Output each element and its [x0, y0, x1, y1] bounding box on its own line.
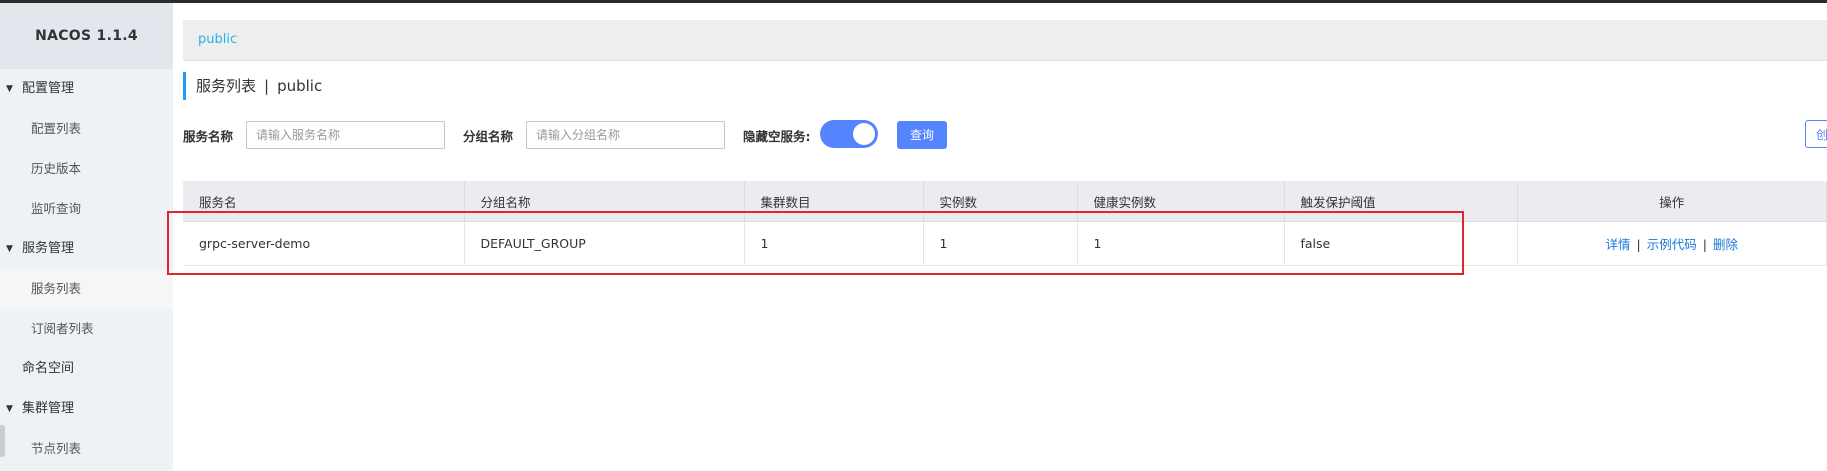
service-name-input[interactable]	[246, 121, 446, 149]
hide-empty-service: 隐藏空服务:	[743, 120, 811, 150]
column-header-actions: 操作	[1517, 181, 1827, 222]
cell-instance-count: 1	[923, 221, 1078, 266]
column-header-service: 服务名	[183, 181, 465, 222]
page-title-namespace: public	[277, 77, 323, 95]
page-title-text: 服务列表	[196, 77, 257, 95]
delete-link[interactable]: 删除	[1713, 237, 1738, 252]
sample-code-link[interactable]: 示例代码	[1647, 237, 1697, 252]
sidebar-menu: ▼ 配置管理 配置列表 历史版本 监听查询 ▼ 服务管理 服务列表 订阅者列表 …	[0, 69, 173, 469]
cell-cluster-count: 1	[744, 221, 924, 266]
service-name-search: 服务名称	[183, 120, 446, 150]
sidebar-item-listener-query[interactable]: 监听查询	[0, 189, 173, 229]
action-separator: |	[1702, 237, 1707, 252]
hide-empty-label: 隐藏空服务:	[743, 128, 811, 144]
sidebar-item-history[interactable]: 历史版本	[0, 149, 173, 189]
column-header-threshold: 触发保护阈值	[1284, 181, 1518, 222]
sidebar-item-namespace[interactable]: 命名空间	[0, 349, 173, 389]
column-header-instances: 实例数	[923, 181, 1078, 222]
detail-link[interactable]: 详情	[1606, 237, 1631, 252]
sidebar: NACOS 1.1.4 ▼ 配置管理 配置列表 历史版本 监听查询 ▼ 服务管理…	[0, 3, 173, 471]
sidebar-scrollbar[interactable]	[0, 425, 5, 457]
cell-actions: 详情 | 示例代码 | 删除	[1517, 221, 1827, 266]
service-table: 服务名 分组名称 集群数目 实例数 健康实例数 触发保护阈值 操作 grpc-s…	[183, 181, 1827, 266]
toggle-knob	[853, 123, 875, 145]
cell-service-name: grpc-server-demo	[183, 221, 465, 266]
sidebar-group-cluster[interactable]: ▼ 集群管理	[0, 389, 173, 429]
window-top-border	[0, 0, 1827, 3]
page-title-separator: |	[264, 77, 270, 95]
sidebar-item-service-list[interactable]: 服务列表	[0, 269, 173, 309]
sidebar-item-label: 配置管理	[22, 81, 75, 96]
action-separator: |	[1636, 237, 1641, 252]
caret-down-icon: ▼	[6, 84, 13, 94]
cell-protect-threshold: false	[1284, 221, 1518, 266]
namespace-link-public[interactable]: public	[198, 32, 237, 47]
sidebar-item-label: 服务管理	[22, 241, 75, 256]
column-header-clusters: 集群数目	[744, 181, 924, 222]
app-logo-title: NACOS 1.1.4	[0, 3, 173, 69]
sidebar-group-service[interactable]: ▼ 服务管理	[0, 229, 173, 269]
sidebar-group-config[interactable]: ▼ 配置管理	[0, 69, 173, 109]
cell-group-name: DEFAULT_GROUP	[464, 221, 745, 266]
sidebar-item-label: 集群管理	[22, 401, 75, 416]
column-header-group: 分组名称	[464, 181, 745, 222]
page-title: 服务列表 | public	[183, 72, 322, 100]
group-name-input[interactable]	[526, 121, 726, 149]
create-service-button[interactable]: 创	[1805, 120, 1827, 148]
service-name-label: 服务名称	[183, 128, 234, 144]
caret-down-icon: ▼	[6, 244, 13, 254]
caret-down-icon: ▼	[6, 404, 13, 414]
group-name-label: 分组名称	[463, 128, 514, 144]
namespace-bar: public	[183, 20, 1827, 61]
query-button[interactable]: 查询	[897, 121, 947, 149]
cell-healthy-count: 1	[1077, 221, 1285, 266]
hide-empty-toggle[interactable]	[820, 120, 878, 148]
group-name-search: 分组名称	[463, 120, 726, 150]
table-header-row: 服务名 分组名称 集群数目 实例数 健康实例数 触发保护阈值 操作	[183, 181, 1827, 222]
table-row: grpc-server-demo DEFAULT_GROUP 1 1 1 fal…	[183, 221, 1827, 266]
sidebar-item-node-list[interactable]: 节点列表	[0, 429, 173, 469]
sidebar-item-config-list[interactable]: 配置列表	[0, 109, 173, 149]
column-header-healthy: 健康实例数	[1077, 181, 1285, 222]
sidebar-item-subscriber-list[interactable]: 订阅者列表	[0, 309, 173, 349]
